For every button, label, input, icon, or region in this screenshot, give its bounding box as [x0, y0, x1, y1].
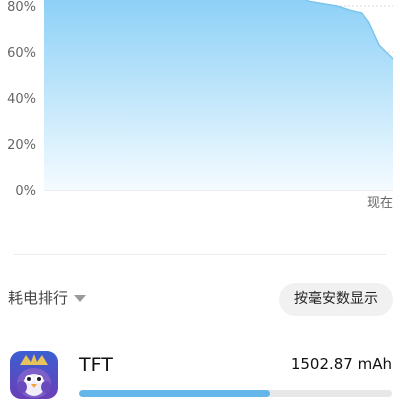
- battery-level-chart: 0% 20% 40% 60% 80% 现在: [0, 0, 400, 215]
- tft-app-icon: [10, 351, 58, 399]
- usage-bar-fill: [79, 390, 270, 397]
- y-tick-label: 0%: [15, 184, 36, 199]
- usage-bar: [79, 390, 392, 397]
- y-tick-label: 40%: [7, 92, 36, 107]
- display-by-mah-button[interactable]: 按毫安数显示: [279, 283, 393, 316]
- app-usage-value: 1502.87 mAh: [290, 355, 392, 373]
- y-tick-label: 20%: [7, 138, 36, 153]
- x-tick-label: 现在: [367, 196, 393, 211]
- battery-level-chart-svg: 0% 20% 40% 60% 80% 现在: [7, 0, 394, 211]
- section-divider: [14, 254, 386, 255]
- y-tick-label: 80%: [7, 0, 36, 15]
- sort-dropdown-label: 耗电排行: [8, 289, 69, 307]
- caret-down-icon: [74, 295, 87, 302]
- battery-level-area: [44, 0, 393, 190]
- app-name: TFT: [79, 354, 113, 376]
- battery-usage-screen: 0% 20% 40% 60% 80% 现在 耗电排行 按毫安数显示 TFT 15…: [0, 0, 400, 400]
- sort-dropdown[interactable]: 耗电排行: [8, 287, 87, 308]
- app-usage-row[interactable]: TFT 1502.87 mAh: [0, 345, 400, 400]
- y-tick-label: 60%: [7, 46, 36, 61]
